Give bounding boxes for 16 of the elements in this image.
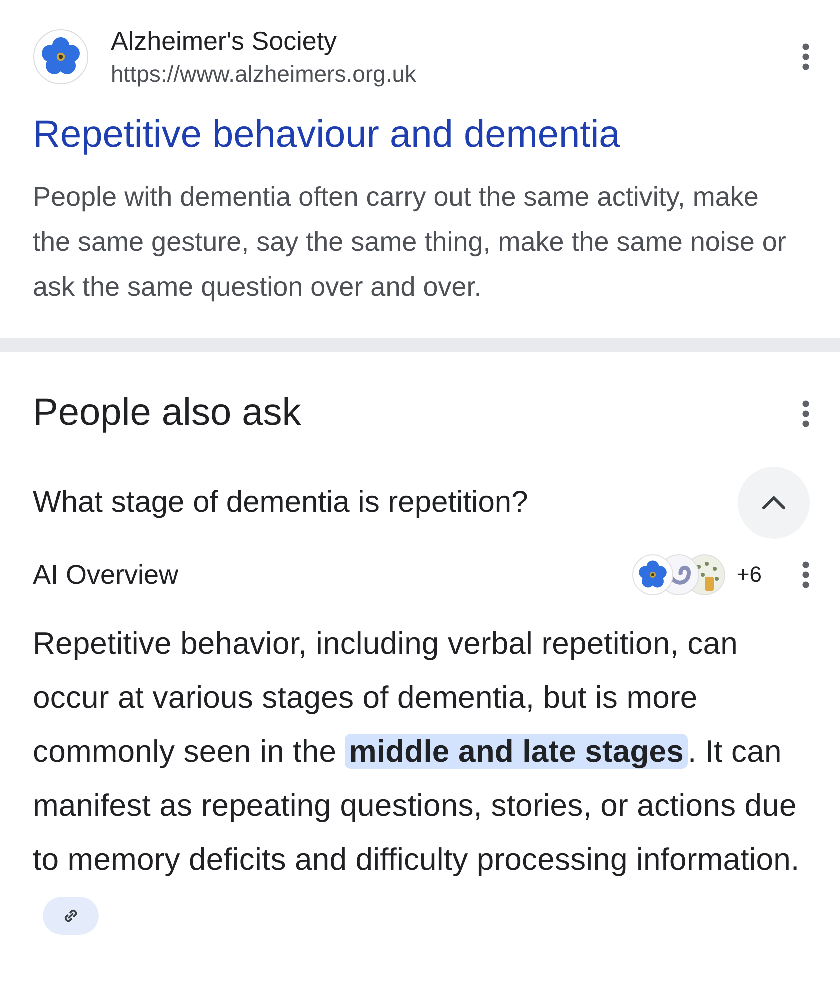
chevron-icon (761, 495, 787, 511)
more-options-icon[interactable] (802, 43, 810, 71)
source-logos-drawing[interactable] (630, 553, 727, 597)
question-text[interactable]: What stage of dementia is repetition? (33, 486, 528, 520)
section-heading: People also ask (33, 392, 302, 435)
site-url: https://www.alzheimers.org.uk (111, 61, 418, 88)
more-sources-count[interactable]: +6 (736, 562, 762, 588)
result-title-link[interactable]: Repetitive behaviour and dementia (33, 114, 810, 157)
more-options-icon[interactable] (802, 561, 810, 589)
site-name: Alzheimer's Society (111, 26, 338, 57)
link-button[interactable] (43, 896, 99, 935)
more-options-icon[interactable] (802, 400, 810, 428)
ai-overview-label: AI Overview (33, 560, 179, 590)
site-logo-icon (33, 29, 89, 85)
ai-overview-text: Repetitive behavior, including verbal repetition, can occur at various stages of dementia, but is more commonly seen in the middle and late stages. It can manifest as repeating questions, stories, or actions due to memory deficits and difficulty processing information. (33, 617, 810, 941)
result-snippet: People with dementia often carry out the same activity, make the same gesture, say the same thing, make the same noise or ask the same question over and over. (33, 181, 788, 304)
